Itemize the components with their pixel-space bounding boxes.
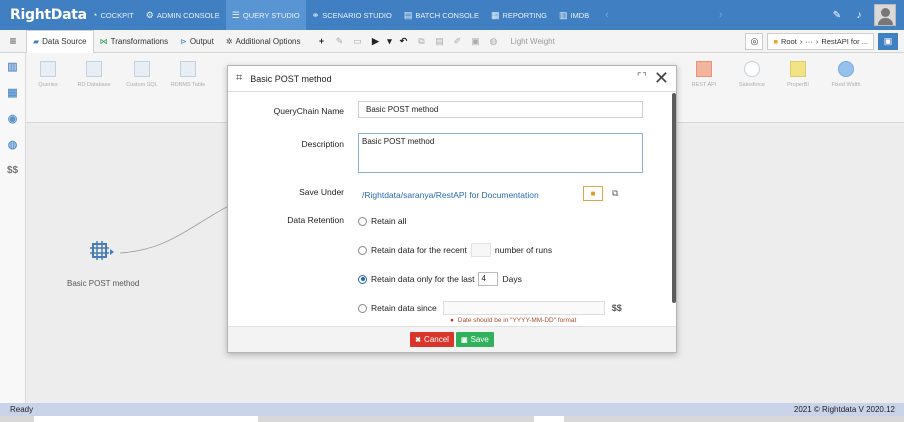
menu-icon[interactable]: ≡	[0, 34, 26, 48]
status-bar: Ready 2021 © Rightdata V 2020.12	[0, 403, 904, 416]
dialog-body: QueryChain Name Basic POST method Descri…	[228, 93, 674, 326]
nav-imdb[interactable]: ▥ IMDB	[553, 0, 595, 30]
version-text: 2021 © Rightdata V 2020.12	[793, 405, 895, 414]
folder-icon: ■	[590, 189, 596, 198]
nav-scroll-left-icon[interactable]: ‹	[605, 9, 609, 21]
nav-right-group: ✎ ♪	[826, 0, 904, 30]
output-icon: ⊳	[180, 36, 187, 46]
app-logo[interactable]: RightData	[0, 0, 87, 30]
retain-all-radio[interactable]	[358, 216, 367, 226]
settings-icon[interactable]: ◎	[745, 33, 764, 50]
report-icon: ▦	[490, 9, 500, 20]
copy-icon[interactable]: ⧉	[412, 33, 430, 49]
gallery-icon[interactable]: ▣	[878, 33, 898, 50]
close-icon: ✖	[415, 336, 422, 344]
querychain-name-input[interactable]: Basic POST method	[358, 101, 643, 118]
retain-last-radio[interactable]	[358, 274, 367, 284]
dropdown-icon[interactable]: ▾	[384, 33, 394, 49]
tab-additional-options[interactable]: ✲ Additional Options	[220, 30, 307, 53]
transform-icon: ⋈	[99, 36, 108, 46]
nav-reporting[interactable]: ▦ REPORTING	[485, 0, 553, 30]
light-weight-label[interactable]: Light Weight	[510, 37, 554, 46]
status-text: Ready	[10, 405, 34, 414]
imdb-icon: ▥	[558, 9, 568, 20]
list-icon: ☰	[231, 9, 240, 20]
dialog-title: Basic POST method	[250, 73, 332, 84]
copy-path-icon[interactable]: ⧉	[612, 188, 618, 199]
batch-icon: ▤	[403, 9, 413, 20]
add-icon[interactable]: +	[312, 33, 330, 49]
description-label: Description	[301, 139, 344, 149]
nav-admin-console[interactable]: ⚙ ADMIN CONSOLE	[140, 0, 226, 30]
taskbar-item[interactable]	[534, 416, 564, 422]
query-toolbar: ≡ ▰ Data Source ⋈ Transformations ⊳ Output …	[0, 29, 904, 53]
variable-button[interactable]: $$	[612, 303, 622, 313]
nav-scenario-studio[interactable]: ⚭ SCENARIO STUDIO	[306, 0, 398, 30]
date-format-hint: ● Date should be in "YYYY-MM-DD" format	[450, 317, 577, 324]
retain-recent-option[interactable]: Retain data for the recent number of run…	[358, 243, 552, 257]
save-icon: ▣	[460, 336, 468, 344]
undo-icon[interactable]: ↶	[394, 33, 412, 49]
toolbar-actions: + ✎ ▭ ▶ ▾ ↶ ⧉ ▤ ✐ ▣ ◍	[312, 33, 502, 49]
data-source-icon: ▰	[33, 37, 40, 46]
info-icon: ●	[450, 317, 454, 324]
play-icon[interactable]: ▶	[366, 33, 384, 49]
querychain-dialog: ⌗ Basic POST method ⌜ ⌝ ✕ QueryChain Nam…	[227, 65, 677, 353]
gauge-icon: ◔	[92, 10, 98, 20]
folder-icon: ■	[773, 37, 778, 46]
save-under-label: Save Under	[299, 187, 344, 197]
monitor-icon[interactable]: ▭	[348, 33, 366, 49]
edit-icon[interactable]: ✎	[330, 33, 348, 49]
delete-icon[interactable]: ▣	[466, 33, 484, 49]
description-textarea[interactable]: Basic POST method	[358, 133, 643, 173]
nodes-icon: ⚭	[311, 9, 320, 20]
tools-icon[interactable]: ✎	[826, 10, 848, 21]
tab-data-source[interactable]: ▰ Data Source	[26, 29, 94, 53]
retain-since-radio[interactable]	[358, 303, 367, 313]
since-date-input[interactable]	[442, 301, 605, 315]
data-retention-label: Data Retention	[287, 215, 344, 225]
breadcrumb[interactable]: ■ Root › ··· › RestAPI for ...	[767, 33, 874, 50]
bottom-strip	[0, 416, 904, 422]
settings-icon: ⚙	[145, 9, 154, 20]
tab-transformations[interactable]: ⋈ Transformations	[94, 30, 175, 53]
top-navigation: RightData ◔ COCKPIT ⚙ ADMIN CONSOLE ☰ QUERY…	[0, 0, 904, 30]
retain-all-option[interactable]: Retain all	[358, 216, 406, 226]
retain-last-option[interactable]: Retain data only for the last 4 Days	[358, 272, 522, 286]
close-icon[interactable]: ✕	[654, 68, 669, 88]
cancel-button[interactable]: ✖ Cancel	[410, 332, 454, 347]
user-avatar[interactable]	[874, 4, 896, 26]
dialog-header: ⌗ Basic POST method ⌜ ⌝ ✕	[228, 66, 676, 92]
nav-query-studio[interactable]: ☰ QUERY STUDIO	[225, 0, 306, 30]
nav-scroll-right-icon[interactable]: ›	[719, 9, 723, 21]
nav-batch-console[interactable]: ▤ BATCH CONSOLE	[398, 0, 485, 30]
save-under-path: /Rightdata/saranya/RestAPI for Documenta…	[362, 190, 539, 200]
retain-recent-radio[interactable]	[358, 245, 367, 255]
taskbar-search[interactable]	[34, 416, 258, 422]
bell-icon[interactable]: ♪	[848, 10, 870, 21]
format-icon[interactable]: ✐	[448, 33, 466, 49]
paste-icon[interactable]: ▤	[430, 33, 448, 49]
toolbar-right: ◎ ■ Root › ··· › RestAPI for ... ▣	[745, 30, 904, 53]
last-days-input[interactable]: 4	[478, 272, 499, 286]
nav-cockpit[interactable]: ◔ COCKPIT	[86, 0, 140, 30]
expand-icon[interactable]: ⌜ ⌝	[637, 72, 647, 83]
recent-runs-input[interactable]	[470, 243, 491, 257]
querychain-name-label: QueryChain Name	[273, 106, 344, 116]
retain-since-option[interactable]: Retain data since $$	[358, 301, 622, 315]
tab-output[interactable]: ⊳ Output	[174, 30, 220, 53]
gear-icon: ✲	[225, 36, 233, 46]
database-icon[interactable]: ◍	[484, 33, 502, 49]
querychain-icon: ⌗	[236, 72, 243, 84]
save-button[interactable]: ▣ Save	[455, 332, 494, 347]
dialog-scrollbar[interactable]	[672, 93, 676, 303]
logo-text: RightData	[10, 7, 87, 23]
dialog-footer: ✖ Cancel ▣ Save	[228, 326, 676, 352]
browse-folder-button[interactable]: ■	[583, 186, 603, 201]
